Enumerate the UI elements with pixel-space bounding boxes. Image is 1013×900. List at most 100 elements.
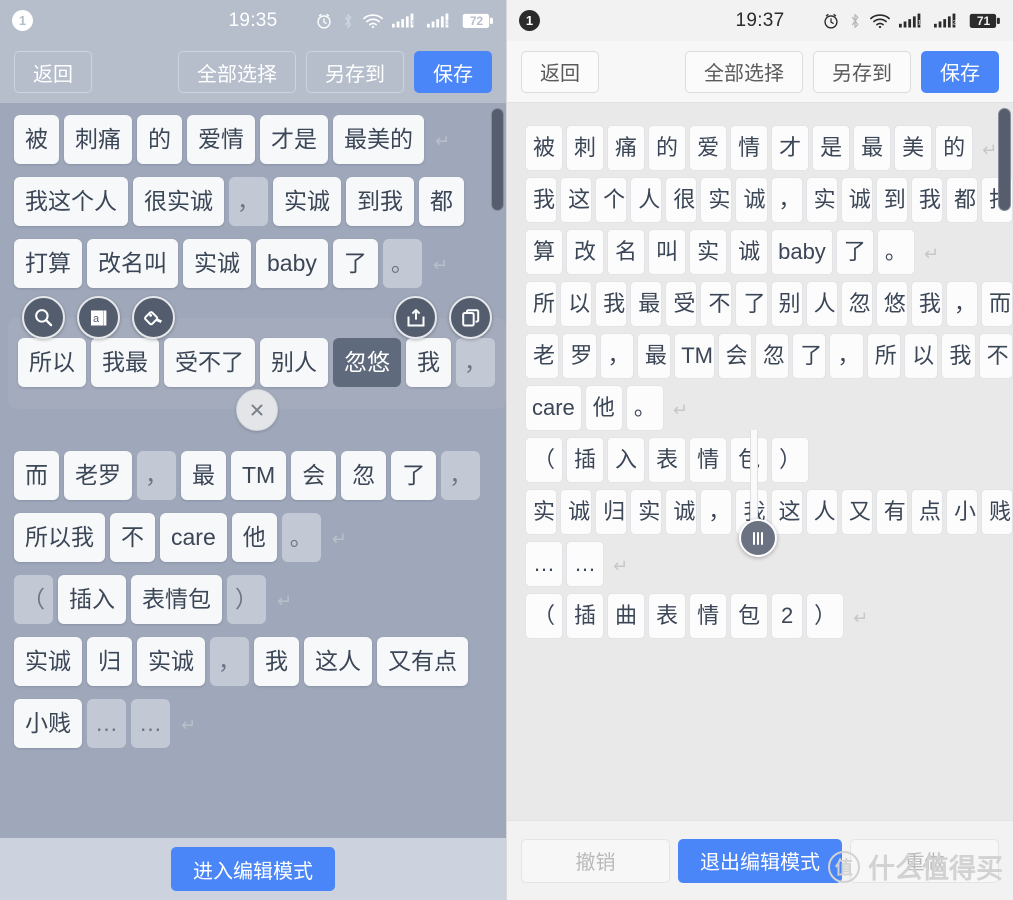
right-scrollbar-thumb[interactable] bbox=[998, 108, 1011, 211]
character-chip[interactable]: 算 bbox=[525, 229, 564, 275]
punctuation-chip[interactable]: … bbox=[525, 541, 563, 587]
word-chip[interactable]: care bbox=[160, 513, 227, 562]
character-chip[interactable]: 会 bbox=[717, 333, 752, 379]
punctuation-chip[interactable]: ， bbox=[700, 489, 733, 535]
character-chip[interactable]: 诚 bbox=[665, 489, 698, 535]
word-chip[interactable]: 实诚 bbox=[273, 177, 341, 226]
word-chip[interactable]: baby bbox=[256, 239, 328, 288]
word-chip[interactable]: 归 bbox=[87, 637, 132, 686]
word-chip[interactable]: 最美的 bbox=[333, 115, 424, 164]
punctuation-chip[interactable]: ， bbox=[137, 451, 176, 500]
character-chip[interactable]: 他 bbox=[584, 385, 623, 431]
word-chip[interactable]: 很实诚 bbox=[133, 177, 224, 226]
selected-word-chip[interactable]: 忽悠 bbox=[333, 338, 401, 387]
character-chip[interactable]: 所 bbox=[525, 281, 558, 327]
word-chip[interactable]: 实诚 bbox=[137, 637, 205, 686]
character-chip[interactable]: 插 bbox=[566, 437, 605, 483]
word-chip[interactable]: 这人 bbox=[304, 637, 372, 686]
character-chip[interactable]: 表 bbox=[648, 593, 687, 639]
character-chip[interactable]: 我 bbox=[525, 177, 558, 223]
character-chip[interactable]: 最 bbox=[636, 333, 672, 379]
character-chip[interactable]: 最 bbox=[853, 125, 892, 171]
character-chip[interactable]: 入 bbox=[607, 437, 646, 483]
word-chip[interactable]: 最 bbox=[181, 451, 226, 500]
character-chip[interactable]: 被 bbox=[525, 125, 564, 171]
punctuation-chip[interactable]: ） bbox=[771, 437, 810, 483]
character-chip[interactable]: 不 bbox=[978, 333, 1013, 379]
punctuation-chip[interactable]: ， bbox=[599, 333, 634, 379]
character-chip[interactable]: 最 bbox=[630, 281, 663, 327]
word-chip[interactable]: 到我 bbox=[346, 177, 414, 226]
punctuation-chip[interactable]: … bbox=[87, 699, 126, 748]
character-chip[interactable]: 实 bbox=[700, 177, 733, 223]
enter-edit-mode-button[interactable]: 进入编辑模式 bbox=[171, 847, 335, 891]
word-chip[interactable]: 表情包 bbox=[131, 575, 222, 624]
character-chip[interactable]: 美 bbox=[894, 125, 933, 171]
word-chip[interactable]: 改名叫 bbox=[87, 239, 178, 288]
word-chip[interactable]: 别人 bbox=[260, 338, 328, 387]
character-chip[interactable]: 实 bbox=[689, 229, 728, 275]
punctuation-chip[interactable]: ， bbox=[229, 177, 268, 226]
word-chip[interactable]: 不 bbox=[110, 513, 155, 562]
character-chip[interactable]: 诚 bbox=[560, 489, 593, 535]
punctuation-chip[interactable]: ， bbox=[945, 281, 979, 327]
close-icon[interactable] bbox=[236, 389, 278, 431]
character-chip[interactable]: 又 bbox=[840, 489, 873, 535]
word-chip[interactable]: 了 bbox=[391, 451, 437, 500]
punctuation-chip[interactable]: ， bbox=[456, 338, 495, 387]
punctuation-chip[interactable]: （ bbox=[14, 575, 53, 624]
character-chip[interactable]: 曲 bbox=[607, 593, 646, 639]
select-all-button[interactable]: 全部选择 bbox=[685, 50, 803, 93]
character-chip[interactable]: 的 bbox=[648, 125, 687, 171]
word-chip[interactable]: 插入 bbox=[58, 575, 126, 624]
undo-button[interactable]: 撤销 bbox=[521, 838, 670, 883]
word-chip[interactable]: 我这个人 bbox=[14, 177, 128, 226]
word-chip[interactable]: 实诚 bbox=[183, 239, 251, 288]
character-chip[interactable]: 人 bbox=[630, 177, 663, 223]
character-chip[interactable]: 归 bbox=[595, 489, 628, 535]
character-chip[interactable]: 人 bbox=[805, 281, 838, 327]
left-scrollbar-thumb[interactable] bbox=[491, 108, 504, 211]
character-chip[interactable]: 改 bbox=[566, 229, 605, 275]
word-chip[interactable]: 实诚 bbox=[14, 637, 82, 686]
character-chip[interactable]: 贱 bbox=[981, 489, 1013, 535]
word-chip[interactable]: 忽 bbox=[341, 451, 387, 500]
character-chip[interactable]: 点 bbox=[910, 489, 943, 535]
save-button[interactable]: 保存 bbox=[921, 50, 999, 93]
character-chip[interactable]: 痛 bbox=[607, 125, 646, 171]
character-chip[interactable]: 叫 bbox=[648, 229, 687, 275]
character-chip[interactable]: 以 bbox=[904, 333, 939, 379]
word-chip[interactable]: TM bbox=[231, 451, 287, 500]
character-chip[interactable]: 表 bbox=[648, 437, 687, 483]
character-chip[interactable]: 忽 bbox=[840, 281, 873, 327]
dictionary-icon[interactable]: a bbox=[77, 296, 120, 339]
character-chip[interactable]: 这 bbox=[560, 177, 593, 223]
right-text-canvas[interactable]: 被刺痛的爱情才是最美的↵我这个人很实诚，实诚到我都打算改名叫实诚baby了。↵所… bbox=[507, 103, 1013, 859]
character-chip[interactable]: 实 bbox=[525, 489, 558, 535]
character-chip[interactable]: 我 bbox=[910, 281, 943, 327]
word-chip[interactable]: 爱情 bbox=[187, 115, 255, 164]
character-chip[interactable]: 插 bbox=[566, 593, 605, 639]
word-chip[interactable]: 又有点 bbox=[377, 637, 468, 686]
word-chip[interactable]: 打算 bbox=[14, 239, 82, 288]
word-chip[interactable]: 会 bbox=[291, 451, 337, 500]
character-chip[interactable]: 罗 bbox=[562, 333, 597, 379]
punctuation-chip[interactable]: （ bbox=[525, 593, 564, 639]
punctuation-chip[interactable]: ， bbox=[770, 177, 803, 223]
character-chip[interactable]: 刺 bbox=[566, 125, 605, 171]
punctuation-chip[interactable]: （ bbox=[525, 437, 564, 483]
character-chip[interactable]: 不 bbox=[700, 281, 733, 327]
word-chip[interactable]: 他 bbox=[231, 513, 277, 562]
word-chip[interactable]: 被 bbox=[14, 115, 59, 164]
word-chip[interactable]: 所以我 bbox=[14, 513, 105, 562]
exit-edit-mode-button[interactable]: 退出编辑模式 bbox=[678, 838, 842, 883]
character-chip[interactable]: 小 bbox=[945, 489, 979, 535]
character-chip[interactable]: 名 bbox=[607, 229, 646, 275]
punctuation-chip[interactable]: ， bbox=[441, 451, 481, 500]
character-chip[interactable]: 爱 bbox=[689, 125, 728, 171]
save-as-button[interactable]: 另存到 bbox=[813, 50, 911, 93]
select-all-button[interactable]: 全部选择 bbox=[178, 51, 296, 93]
punctuation-chip[interactable]: ） bbox=[806, 593, 845, 639]
character-chip[interactable]: 都 bbox=[945, 177, 979, 223]
character-chip[interactable]: 到 bbox=[875, 177, 908, 223]
